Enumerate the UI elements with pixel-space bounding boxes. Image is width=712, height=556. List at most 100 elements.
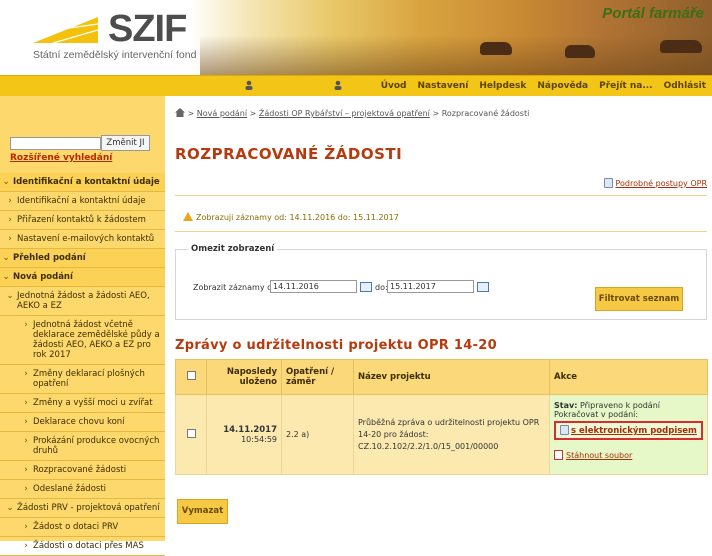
table-row: 14.11.2017 10:54:59 2.2 a) Průběžná zprá… <box>175 394 708 475</box>
sidebar-item-single-application[interactable]: ⌄ Jednotná žádost a žádosti AEO, AEKO a E… <box>0 287 165 316</box>
divider <box>175 231 707 232</box>
sidebar-item-label: Prokázání produkce ovocných druhů <box>33 436 160 456</box>
date-range-warning: Zobrazuji záznamy od: 14.11.2016 do: 15.… <box>183 212 399 222</box>
chevron-right-icon: › <box>24 465 28 475</box>
electronic-signature-link[interactable]: s elektronickým podpisem <box>554 421 703 440</box>
col-actions: Akce <box>549 359 708 395</box>
applications-table: Naposledy uloženo Opatření / záměr Název… <box>175 359 708 475</box>
breadcrumb-current: Rozpracované žádosti <box>441 109 530 118</box>
nav-uvod[interactable]: Úvod <box>381 81 407 91</box>
delete-button[interactable]: Vymazat <box>177 499 228 524</box>
procedures-link-label: Podrobné postupy OPR <box>615 179 707 188</box>
sidebar-item-mas-grant[interactable]: › Žádosti o dotaci přes MAS <box>0 537 165 556</box>
main-content: > Nová podání > Žádosti OP Rybářství – p… <box>175 96 712 541</box>
nav-prejit-na[interactable]: Přejít na... <box>599 81 652 91</box>
pdf-icon <box>554 450 563 460</box>
document-icon <box>604 178 614 188</box>
row-checkbox[interactable] <box>186 429 196 438</box>
advanced-search-link[interactable]: Rozšířené vyhledání <box>10 153 112 163</box>
chevron-right-icon: › <box>24 417 28 427</box>
table-header-row: Naposledy uloženo Opatření / záměr Název… <box>175 359 708 395</box>
szif-logo-icon[interactable] <box>33 13 98 43</box>
breadcrumb-separator: > <box>187 109 195 118</box>
chevron-down-icon: ⌄ <box>6 291 14 301</box>
date-from-input[interactable]: 14.11.2016 <box>270 280 357 293</box>
sidebar-item-area-declaration-changes[interactable]: › Změny deklarací plošných opatření <box>0 365 165 394</box>
select-all-checkbox[interactable] <box>186 371 196 380</box>
sidebar-item-new-submissions[interactable]: ⌄ Nová podání <box>0 268 165 287</box>
nav-napoveda[interactable]: Nápověda <box>537 81 588 91</box>
continue-label: Pokračovat v podání: <box>554 410 639 419</box>
sidebar-item-single-application-2017[interactable]: › Jednotná žádost včetně deklarace zemědě… <box>0 316 165 365</box>
sidebar-item-sent-applications[interactable]: › Odeslané žádosti <box>0 480 165 499</box>
download-file-link[interactable]: Stáhnout soubor <box>554 450 632 460</box>
section-title: Zprávy o udržitelnosti projektu OPR 14-2… <box>175 338 498 353</box>
sidebar-item-label: Jednotná žádost a žádosti AEO, AEKO a EZ <box>17 291 150 311</box>
status-value: Připraveno k podání <box>579 401 661 410</box>
chevron-right-icon: › <box>8 234 12 244</box>
sidebar-item-label: Odeslané žádosti <box>33 484 107 494</box>
date-to-input[interactable]: 15.11.2017 <box>387 280 474 293</box>
change-ji-button[interactable]: Změnit JI <box>101 135 150 151</box>
sidebar-item-label: Jednotná žádost včetně deklarace zeměděl… <box>33 320 160 360</box>
sidebar-item-prv-applications[interactable]: ⌄ Žádosti PRV - projektová opatření <box>0 499 165 518</box>
breadcrumb-opr-applications[interactable]: Žádosti OP Rybářství – projektová opatře… <box>259 109 430 118</box>
ji-search-input[interactable] <box>10 137 101 150</box>
sidebar-item-horse-declaration[interactable]: › Deklarace chovu koní <box>0 413 165 432</box>
saved-time: 10:54:59 <box>241 435 277 444</box>
chevron-right-icon: › <box>8 196 12 206</box>
last-saved-cell: 14.11.2017 10:54:59 <box>206 394 282 475</box>
sidebar-item-submissions-overview[interactable]: ⌄ Přehled podání <box>0 249 165 268</box>
sidebar-item-fruit-production[interactable]: › Prokázání produkce ovocných druhů <box>0 432 165 461</box>
chevron-right-icon: › <box>24 484 28 494</box>
col-measure[interactable]: Opatření / záměr <box>281 359 354 395</box>
nav-nastaveni[interactable]: Nastavení <box>418 81 469 91</box>
sidebar-item-label: Žádost o dotaci PRV <box>33 522 119 532</box>
calendar-icon[interactable] <box>360 282 372 292</box>
col-project-name[interactable]: Název projektu <box>353 359 550 395</box>
sidebar-item-identification[interactable]: ⌄ Identifikační a kontaktní údaje <box>0 173 165 192</box>
download-label: Stáhnout soubor <box>566 451 633 460</box>
filter-legend: Omezit zobrazení <box>188 244 278 254</box>
sidebar-item-draft-applications[interactable]: › Rozpracované žádosti <box>0 461 165 480</box>
cow-silhouette <box>480 42 512 55</box>
breadcrumb-separator: > <box>432 109 440 118</box>
filter-button[interactable]: Filtrovat seznam <box>595 287 683 311</box>
calendar-icon[interactable] <box>477 282 489 292</box>
sidebar-item-label: Změny deklarací plošných opatření <box>33 369 145 389</box>
logo-text[interactable]: SZIF <box>108 8 187 51</box>
chevron-right-icon: › <box>24 436 28 446</box>
sidebar-item-identification-details[interactable]: › Identifikační a kontaktní údaje <box>0 192 165 211</box>
main-nav: Úvod Nastavení Helpdesk Nápověda Přejít … <box>381 81 706 91</box>
sidebar-item-label: Nová podání <box>13 272 73 282</box>
nav-odhlasit[interactable]: Odhlásit <box>664 81 706 91</box>
page-title: ROZPRACOVANÉ ŽÁDOSTI <box>175 145 403 163</box>
col-last-saved[interactable]: Naposledy uloženo <box>206 359 282 395</box>
home-icon[interactable] <box>175 108 185 117</box>
document-sign-icon <box>560 425 569 435</box>
header-banner: SZIF Státní zemědělský intervenční fond … <box>0 0 712 75</box>
banner-landscape <box>200 35 712 75</box>
sidebar-item-label: Žádosti o dotaci přes MAS <box>33 541 144 551</box>
filter-panel: Omezit zobrazení Zobrazit záznamy od: 14… <box>175 244 707 320</box>
sidebar-item-animal-changes[interactable]: › Změny a vyšší moci u zvířat <box>0 394 165 413</box>
electronic-signature-label: s elektronickým podpisem <box>571 426 697 436</box>
sidebar-item-label: Identifikační a kontaktní údaje <box>13 177 160 187</box>
sidebar-item-label: Nastavení e-mailových kontaktů <box>17 234 155 244</box>
date-to-label: do: <box>375 283 388 292</box>
chevron-down-icon: ⌄ <box>2 253 10 263</box>
sidebar-item-label: Přehled podání <box>13 253 86 263</box>
chevron-right-icon: › <box>24 398 28 408</box>
sidebar-item-label: Změny a vyšší moci u zvířat <box>33 398 153 408</box>
chevron-right-icon: › <box>8 215 12 225</box>
chevron-right-icon: › <box>24 522 28 532</box>
nav-helpdesk[interactable]: Helpdesk <box>479 81 526 91</box>
sidebar-item-prv-grant[interactable]: › Žádost o dotaci PRV <box>0 518 165 537</box>
sidebar-item-contact-assignment[interactable]: › Přiřazení kontaktů k žádostem <box>0 211 165 230</box>
cow-silhouette <box>565 45 595 58</box>
sidebar-item-email-settings[interactable]: › Nastavení e-mailových kontaktů <box>0 230 165 249</box>
sidebar-item-label: Přiřazení kontaktů k žádostem <box>17 215 146 225</box>
user-icon <box>245 80 253 90</box>
procedures-link[interactable]: Podrobné postupy OPR <box>604 178 707 188</box>
breadcrumb-new-submissions[interactable]: Nová podání <box>197 109 247 118</box>
